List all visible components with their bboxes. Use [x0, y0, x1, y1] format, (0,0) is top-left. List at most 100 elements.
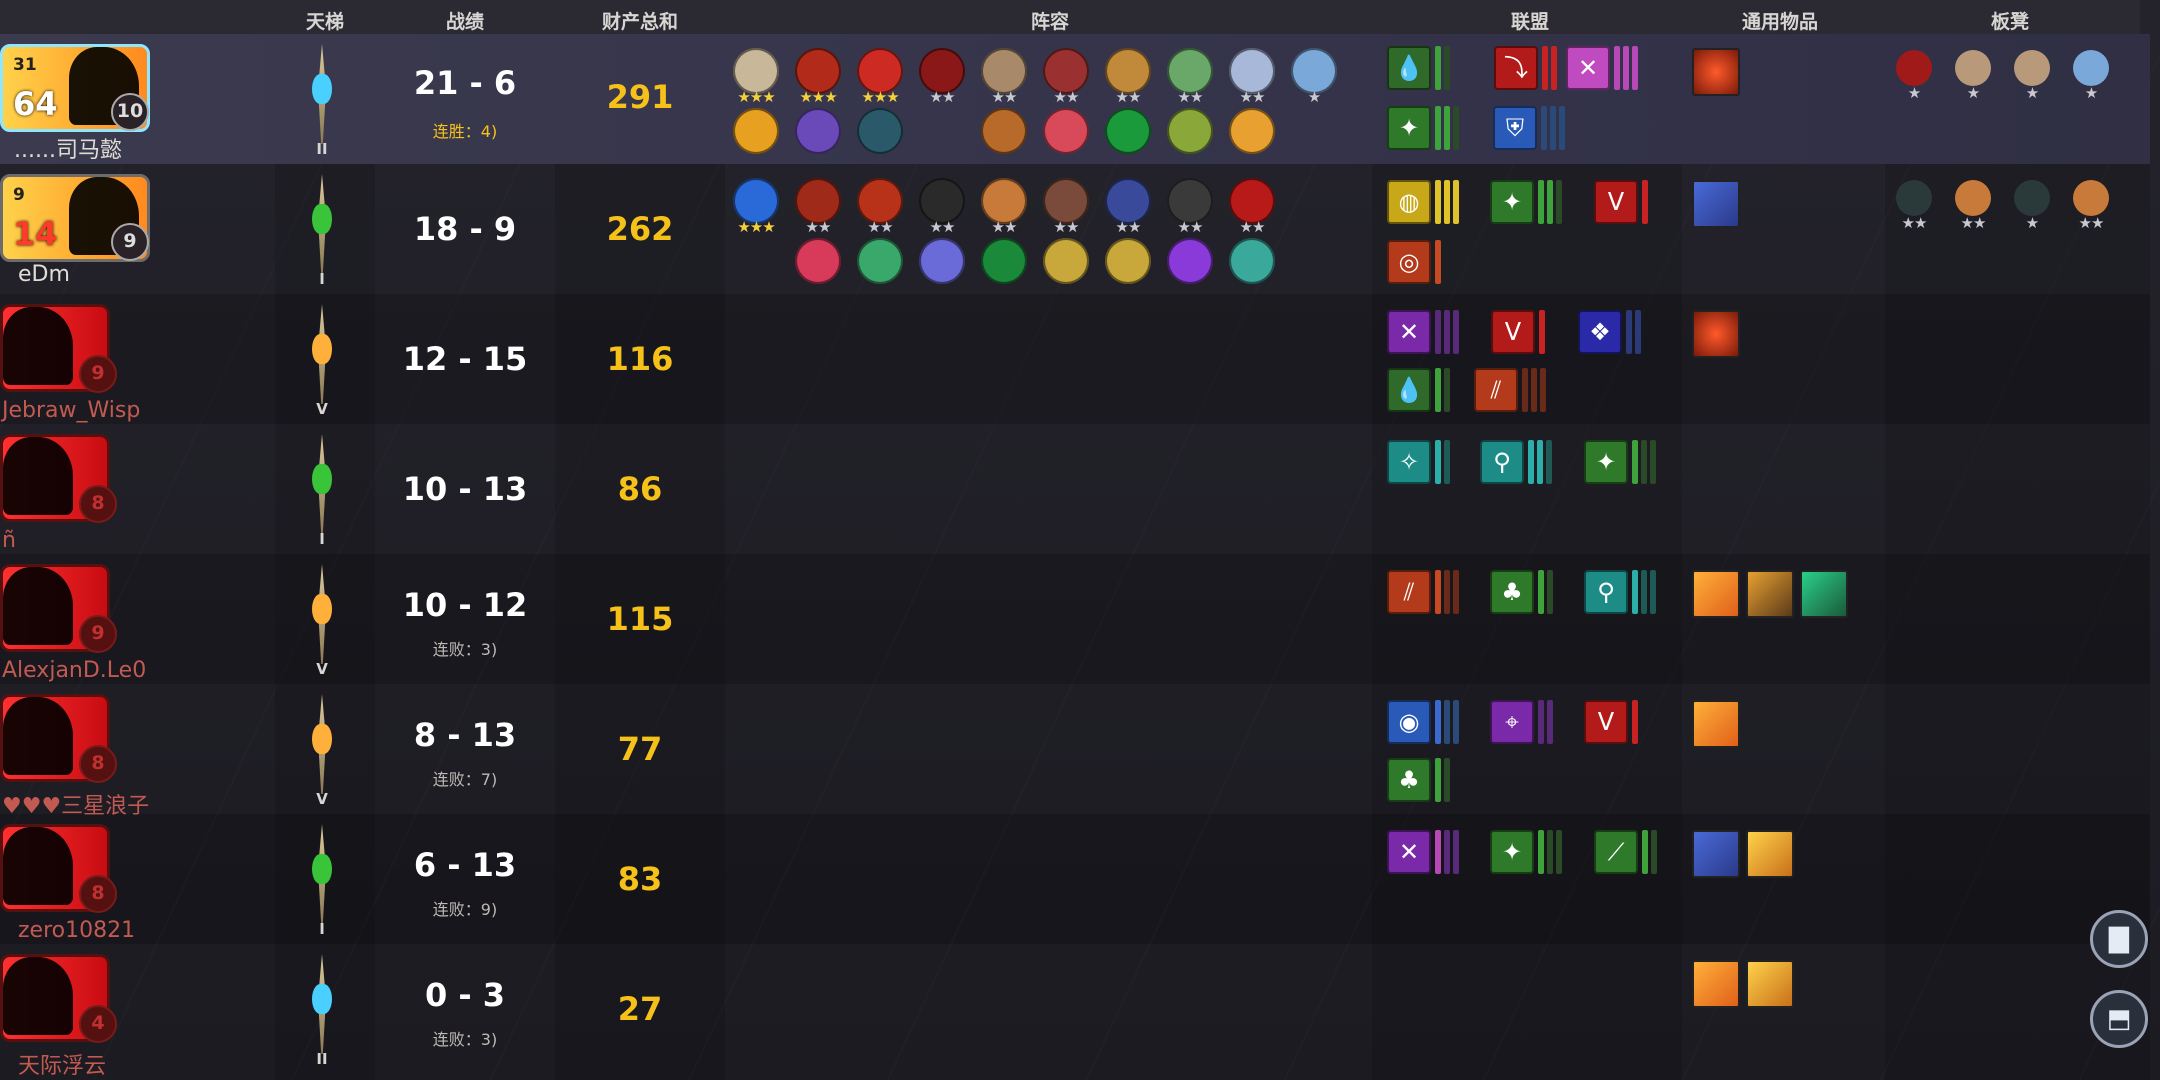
bench-hero[interactable]	[1955, 50, 1991, 86]
header-rank: 天梯	[305, 11, 344, 33]
hero-silhouette	[3, 307, 73, 385]
alliance-demon-hunter-icon[interactable]: ᐯ	[1584, 700, 1628, 744]
bench-hero[interactable]	[1896, 180, 1932, 216]
item-icon[interactable]	[1692, 570, 1740, 618]
player-row[interactable]: 8 ♥♥♥三星浪子 V 8 - 13 连败：7) 77 ◉ ⌖ ᐯ ♣	[0, 684, 2150, 819]
item-icon[interactable]	[1692, 310, 1740, 358]
alliance-warrior-icon[interactable]: ⤵	[1494, 46, 1538, 90]
stats-button[interactable]: ▇	[2090, 910, 2148, 968]
avatar[interactable]: 8	[0, 434, 117, 523]
win-loss-record: 10 - 13	[402, 470, 528, 508]
header-items: 通用物品	[1741, 11, 1818, 33]
rank-tier: V	[316, 660, 328, 678]
player-name: zero10821	[18, 918, 136, 943]
item-icon[interactable]	[1692, 700, 1740, 748]
alliance-demon-icon[interactable]: ✕	[1566, 46, 1610, 90]
player-row[interactable]: 31 64 10 ......司马懿 II 21 - 6 连胜：4) 291 ★…	[0, 34, 2150, 164]
bench-hero[interactable]	[1896, 50, 1932, 86]
alliance-druid-icon[interactable]: ♣	[1387, 758, 1431, 802]
bench-hero[interactable]	[2073, 180, 2109, 216]
item-icon[interactable]	[1746, 570, 1794, 618]
item-icon[interactable]	[1692, 830, 1740, 878]
avatar[interactable]: 4	[0, 954, 117, 1043]
player-row[interactable]: 9 Jebraw_Wisp V 12 - 15 116 ✕ ᐯ ❖ 💧 ⫽	[0, 294, 2150, 424]
rank-tier: II	[316, 1050, 328, 1068]
alliance-assassin-icon[interactable]: ✕	[1387, 310, 1431, 354]
rank-emblem: I	[300, 434, 344, 548]
avatar[interactable]: 31 64 10	[0, 44, 150, 132]
alliance-hunter-icon[interactable]: ⌖	[1490, 700, 1534, 744]
hero-unit[interactable]	[1229, 238, 1275, 284]
hero-silhouette	[3, 437, 73, 515]
scoreboard-header: 天梯 战绩 财产总和 阵容 联盟 通用物品 板凳	[0, 0, 2140, 34]
hero-unit[interactable]	[733, 108, 779, 154]
alliance-knight-icon[interactable]: ⛨	[1493, 106, 1537, 150]
item-icon[interactable]	[1746, 960, 1794, 1008]
player-row[interactable]: 4 天际浮云 II 0 - 3 连败：3) 27	[0, 944, 2150, 1079]
hero-silhouette	[3, 567, 73, 645]
alliance-beast-icon[interactable]: ⫽	[1474, 368, 1518, 412]
alliance-mage-icon[interactable]: ✧	[1387, 440, 1431, 484]
alliance-beast-icon[interactable]: ⫽	[1387, 570, 1431, 614]
alliance-troll-icon[interactable]: ✦	[1490, 830, 1534, 874]
hero-unit[interactable]	[795, 108, 841, 154]
hero-unit[interactable]	[981, 238, 1027, 284]
scoreboard-toggle-button[interactable]: ⬒	[2090, 990, 2148, 1048]
alliance-mage-icon[interactable]: ◎	[1387, 240, 1431, 284]
bench-hero[interactable]	[1955, 180, 1991, 216]
alliance-human-icon[interactable]: ⚲	[1480, 440, 1524, 484]
alliance-naga-icon[interactable]: ◉	[1387, 700, 1431, 744]
alliance-troll-icon[interactable]: ✦	[1387, 106, 1431, 150]
header-networth: 财产总和	[601, 11, 678, 33]
item-icon[interactable]	[1692, 960, 1740, 1008]
hero-unit[interactable]	[981, 108, 1027, 154]
hero-unit[interactable]	[1043, 238, 1089, 284]
alliance-elemental-icon[interactable]: ❖	[1578, 310, 1622, 354]
alliance-demon-hunter-icon[interactable]: ᐯ	[1594, 180, 1638, 224]
gold-count: 31	[13, 55, 37, 75]
player-row[interactable]: 9 14 9 eDm I 18 - 9 262 ★★★ ★★ ★★ ★★ ★★ …	[0, 164, 2150, 294]
hero-unit[interactable]	[1043, 108, 1089, 154]
win-loss-record: 8 - 13	[413, 716, 517, 754]
avatar[interactable]: 8	[0, 694, 117, 783]
alliance-human-icon[interactable]: ⚲	[1584, 570, 1628, 614]
win-loss-record: 10 - 12	[402, 586, 528, 624]
hero-unit[interactable]	[1105, 238, 1151, 284]
scoreboard-toggle-icon: ⬒	[2106, 1004, 2132, 1034]
alliance-human-icon[interactable]: ◍	[1387, 180, 1431, 224]
avatar[interactable]: 8	[0, 824, 117, 913]
alliance-demon-hunter-icon[interactable]: ᐯ	[1491, 310, 1535, 354]
alliance-assassin-icon[interactable]: ✕	[1387, 830, 1431, 874]
hero-unit[interactable]	[857, 108, 903, 154]
player-row[interactable]: 9 AlexjanD.Le0 V 10 - 12 连败：3) 115 ⫽ ♣ ⚲	[0, 554, 2150, 684]
item-icon[interactable]	[1692, 48, 1740, 96]
alliance-troll-icon[interactable]: ✦	[1584, 440, 1628, 484]
player-row[interactable]: 8 ñ I 10 - 13 86 ✧ ⚲ ✦	[0, 424, 2150, 554]
item-icon[interactable]	[1692, 180, 1740, 228]
bench-hero[interactable]	[2014, 180, 2050, 216]
streak-label: 连败：3)	[432, 1030, 498, 1049]
bench-hero[interactable]	[2073, 50, 2109, 86]
header-lineup: 阵容	[1030, 11, 1069, 33]
alliance-troll-icon[interactable]: ✦	[1490, 180, 1534, 224]
alliance-water-icon[interactable]: 💧	[1387, 368, 1431, 412]
alliance-hunter-icon[interactable]: ⟋	[1594, 830, 1638, 874]
hero-unit[interactable]	[795, 238, 841, 284]
item-icon[interactable]	[1746, 830, 1794, 878]
hero-unit[interactable]	[1229, 108, 1275, 154]
alliance-water-icon[interactable]: 💧	[1387, 46, 1431, 90]
hero-unit[interactable]	[919, 238, 965, 284]
level-badge: 8	[79, 485, 117, 523]
hero-unit[interactable]	[1167, 238, 1213, 284]
hero-unit[interactable]	[1167, 108, 1213, 154]
hero-unit[interactable]	[857, 238, 903, 284]
avatar[interactable]: 9	[0, 564, 117, 653]
bench-hero[interactable]	[2014, 50, 2050, 86]
player-row[interactable]: 8 zero10821 I 6 - 13 连败：9) 83 ✕ ✦ ⟋	[0, 814, 2150, 944]
avatar[interactable]: 9 14 9	[0, 174, 150, 262]
hero-unit[interactable]	[1105, 108, 1151, 154]
avatar[interactable]: 9	[0, 304, 117, 393]
item-icon[interactable]	[1800, 570, 1848, 618]
alliance-druid-icon[interactable]: ♣	[1490, 570, 1534, 614]
rank-emblem: I	[300, 174, 344, 288]
